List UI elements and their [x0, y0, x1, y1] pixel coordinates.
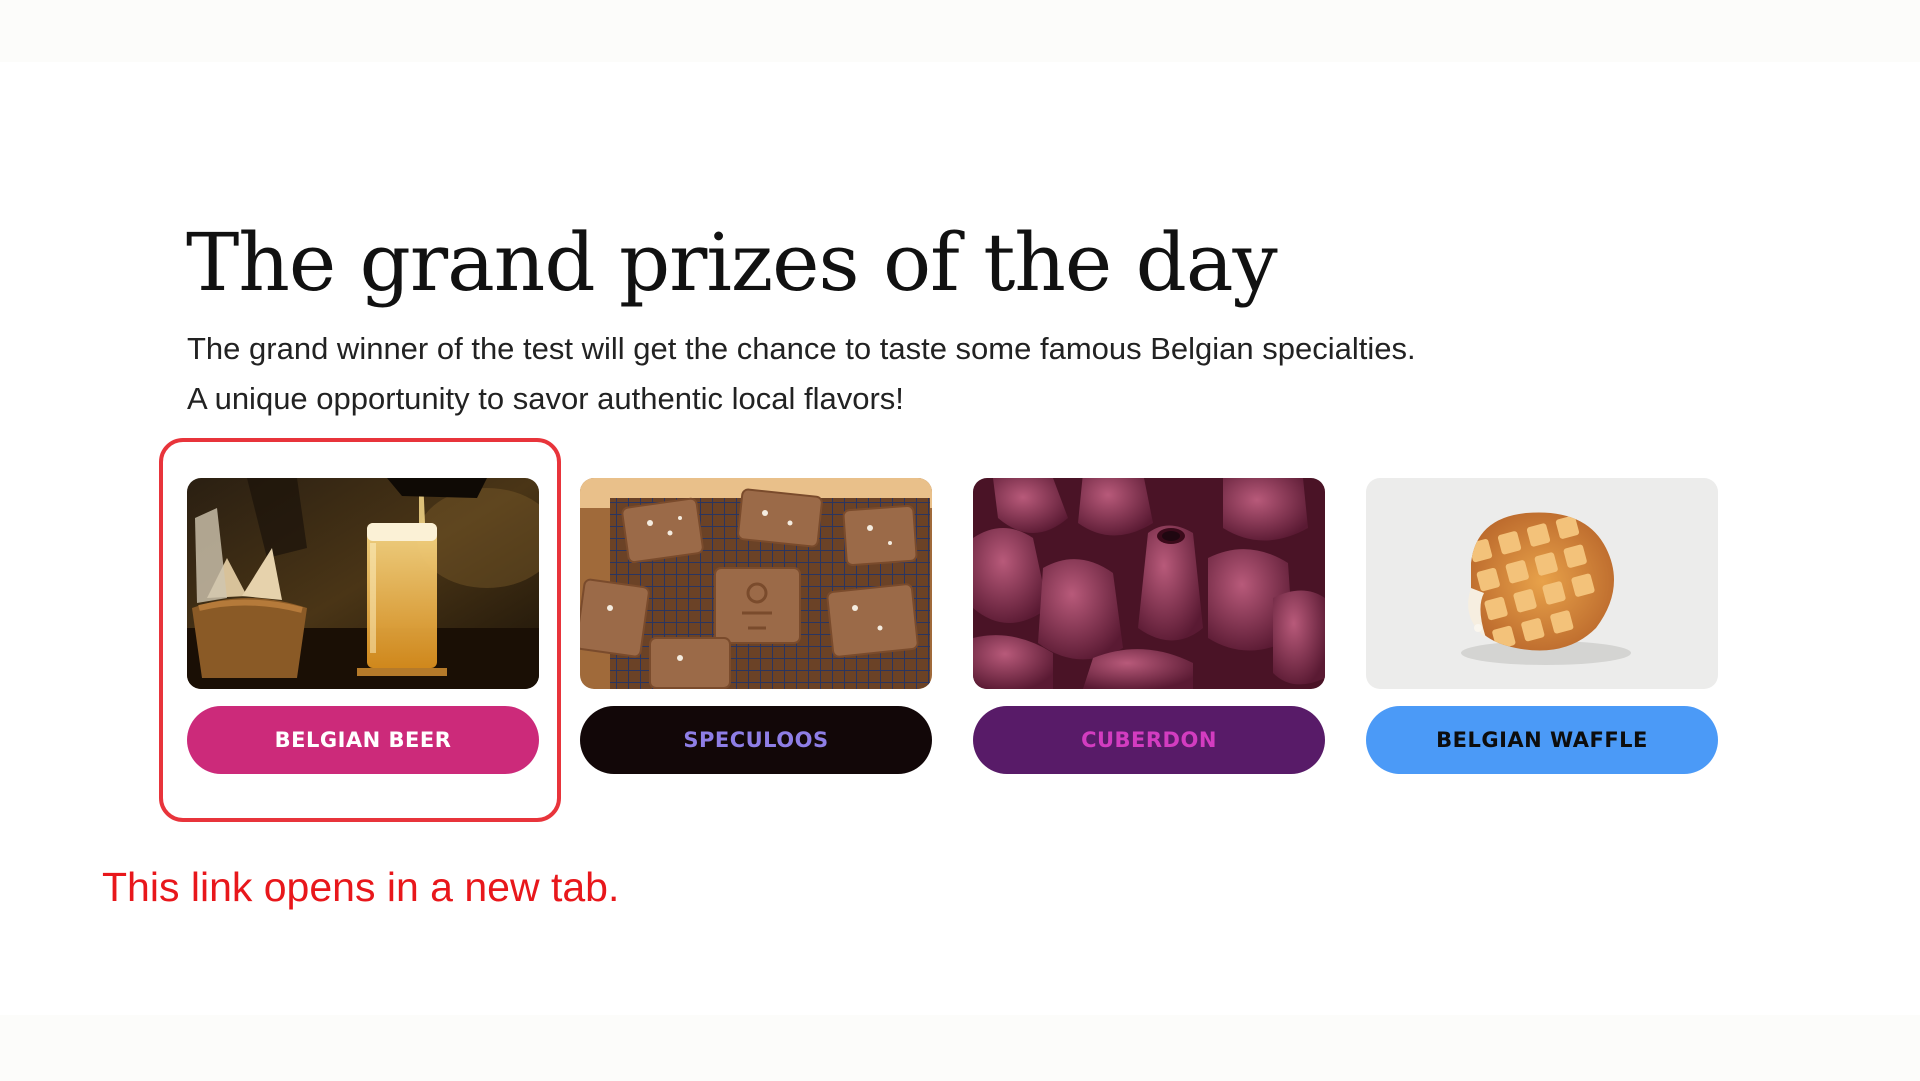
belgian-waffle-label: BELGIAN WAFFLE: [1436, 728, 1648, 752]
page-title: The grand prizes of the day: [186, 216, 1278, 309]
new-tab-annotation: This link opens in a new tab.: [102, 864, 620, 910]
speculoos-label: SPECULOOS: [683, 728, 829, 752]
cuberdon-label: CUBERDON: [1081, 728, 1217, 752]
page-description: The grand winner of the test will get th…: [187, 324, 1416, 424]
speculoos-button[interactable]: SPECULOOS: [580, 706, 932, 774]
cuberdon-button[interactable]: CUBERDON: [973, 706, 1325, 774]
prize-card-belgian-waffle: BELGIAN WAFFLE: [1366, 478, 1718, 774]
description-line-1: The grand winner of the test will get th…: [187, 331, 1416, 366]
link-highlight-frame: [159, 438, 561, 822]
prize-card-cuberdon: CUBERDON: [973, 478, 1325, 774]
cuberdon-photo: [973, 478, 1325, 689]
description-line-2: A unique opportunity to savor authentic …: [187, 381, 904, 416]
belgian-waffle-photo: [1366, 478, 1718, 689]
belgian-waffle-button[interactable]: BELGIAN WAFFLE: [1366, 706, 1718, 774]
prize-card-speculoos: SPECULOOS: [580, 478, 932, 774]
speculoos-photo: [580, 478, 932, 689]
